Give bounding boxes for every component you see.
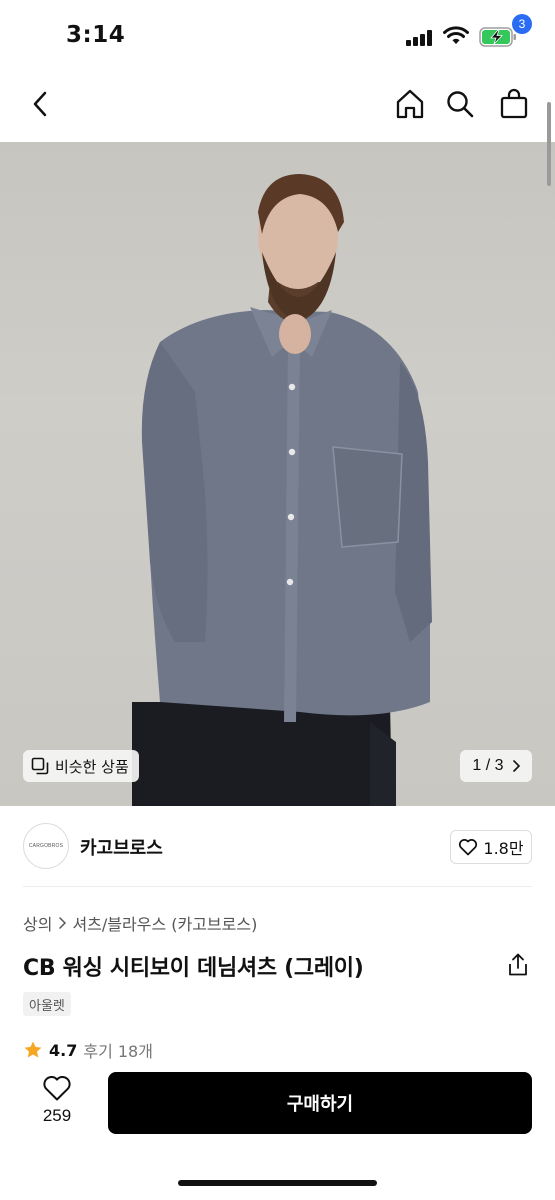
heart-outline-icon [43,1076,71,1101]
chevron-left-icon [33,91,47,117]
wishlist-button[interactable]: 259 [30,1074,84,1138]
divider [23,886,532,887]
brand-logo-text: CARGOBROS [28,843,64,849]
star-icon [24,1041,42,1058]
share-icon [509,953,527,976]
breadcrumb-subcategory[interactable]: 셔츠/블라우스 (카고브로스) [72,911,257,935]
image-page-text: 1 / 3 [472,757,504,774]
outlet-tag: 아울렛 [23,992,71,1016]
home-button[interactable] [390,84,430,124]
brand-like-count: 1.8만 [483,839,524,858]
shopping-bag-icon [500,88,528,119]
share-button[interactable] [504,951,532,979]
brand-name[interactable]: 카고브로스 [80,834,163,860]
cart-count-badge: 3 [512,14,532,34]
rating-row[interactable]: 4.7 후기 18개 [23,1038,153,1062]
brand-logo[interactable]: CARGOBROS [23,823,69,869]
search-icon [447,91,474,118]
wifi-icon [443,26,469,44]
brand-row[interactable]: CARGOBROS 카고브로스 1.8만 [0,806,555,888]
chevron-right-icon [512,760,520,772]
product-image[interactable]: 비슷한 상품 1 / 3 [0,142,555,806]
top-navigation-bar [0,70,555,142]
status-bar: 3:14 [0,0,555,70]
breadcrumb-category[interactable]: 상의 [23,911,52,935]
review-count-link[interactable]: 후기 18개 [83,1038,153,1062]
image-page-indicator[interactable]: 1 / 3 [460,750,532,782]
chevron-right-icon [59,917,67,929]
back-button[interactable] [22,84,58,124]
home-icon [396,89,424,119]
wishlist-count: 259 [42,1106,72,1125]
product-title: CB 워싱 시티보이 데님셔츠 (그레이) [23,956,364,981]
model-wearing-shirt-image [132,174,432,806]
search-button[interactable] [440,84,480,124]
similar-products-label: 비슷한 상품 [55,757,129,776]
similar-items-icon [31,757,49,775]
brand-like-button[interactable]: 1.8만 [450,830,532,864]
status-time: 3:14 [66,22,126,48]
shopping-bag-button[interactable] [494,84,534,124]
rating-score: 4.7 [49,1040,78,1060]
similar-products-button[interactable]: 비슷한 상품 [23,750,139,782]
battery-charging-icon [479,27,516,47]
scrollbar[interactable] [547,102,551,186]
cellular-signal-icon [406,30,432,46]
buy-button[interactable]: 구매하기 [108,1072,532,1134]
bottom-action-bar: 259 구매하기 [0,1060,555,1200]
home-indicator[interactable] [178,1180,377,1186]
heart-outline-icon [459,839,478,856]
breadcrumb: 상의 셔츠/블라우스 (카고브로스) [23,911,257,935]
